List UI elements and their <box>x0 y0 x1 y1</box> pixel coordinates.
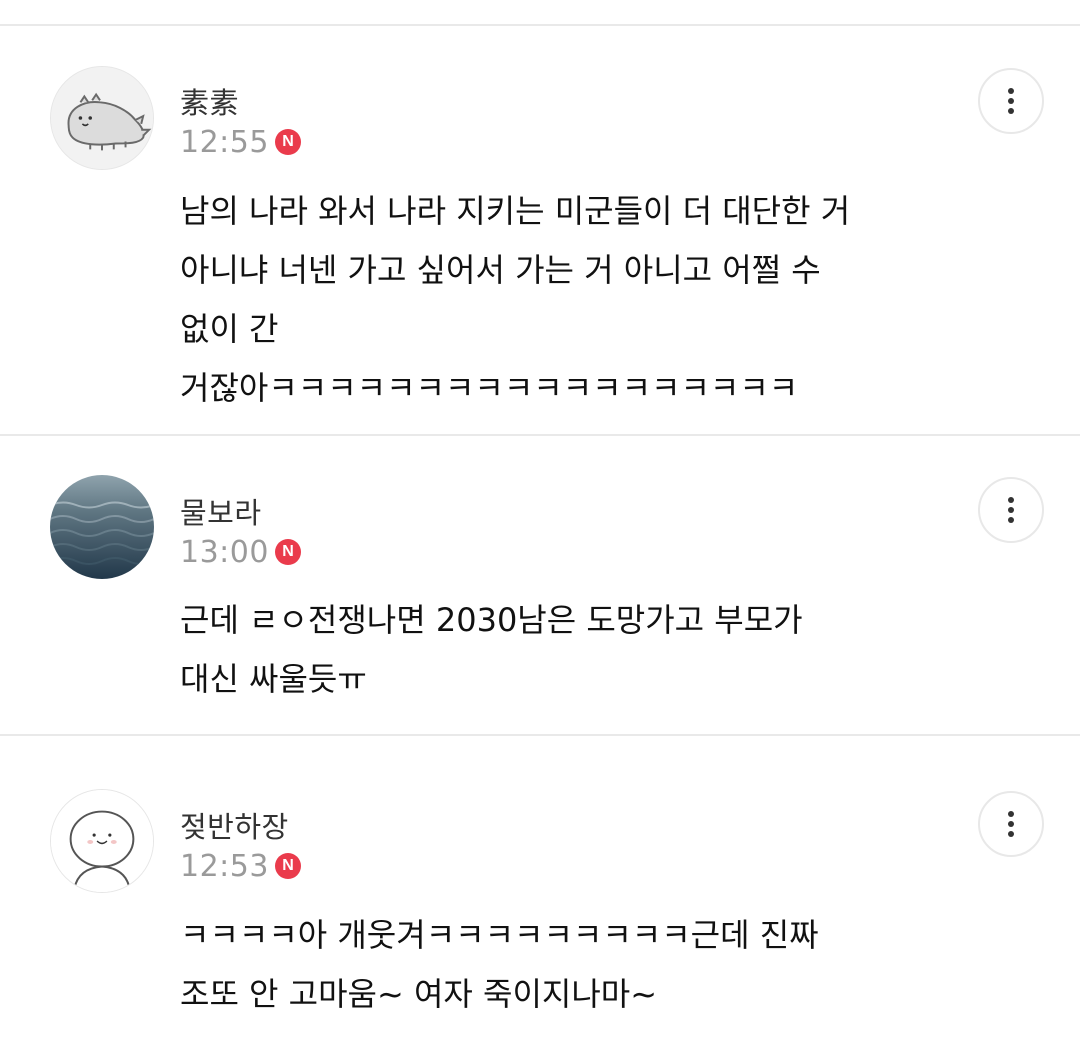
comment-author[interactable]: 素素 <box>180 80 239 122</box>
comment-body-line: 근데 ㄹㅇ전쟁나면 2030남은 도망가고 부모가 <box>180 601 803 639</box>
more-vertical-icon <box>1008 88 1014 114</box>
comment-body-line: 거잖아ㅋㅋㅋㅋㅋㅋㅋㅋㅋㅋㅋㅋㅋㅋㅋㅋㅋㅋ <box>180 369 799 407</box>
comment-author[interactable]: 젖반하장 <box>180 804 289 846</box>
avatar[interactable] <box>50 475 154 579</box>
comment-time: 13:00 <box>180 534 269 570</box>
new-badge: N <box>274 129 301 155</box>
comment-time: 12:55 <box>180 124 269 160</box>
comment-body-line: ㅋㅋㅋㅋ아 개웃겨ㅋㅋㅋㅋㅋㅋㅋㅋㅋ근데 진짜 <box>180 916 819 954</box>
cute-character-icon <box>51 790 153 892</box>
comment-body: 남의 나라 와서 나라 지키는 미군들이 더 대단한 거 아니냐 너넨 가고 싶… <box>180 182 1040 418</box>
comment-meta: 13:00 N <box>180 532 301 572</box>
top-divider <box>0 24 1080 26</box>
comment-body: ㅋㅋㅋㅋ아 개웃겨ㅋㅋㅋㅋㅋㅋㅋㅋㅋ근데 진짜 조또 안 고마움~ 여자 죽이지… <box>180 906 1040 1024</box>
comment-author[interactable]: 물보라 <box>180 490 262 532</box>
water-photo-icon <box>50 475 154 579</box>
comment-divider <box>0 734 1080 736</box>
comment-body-line: 남의 나라 와서 나라 지키는 미군들이 더 대단한 거 <box>180 192 851 230</box>
more-vertical-icon <box>1008 811 1014 837</box>
comment-body-line: 아니냐 너넨 가고 싶어서 가는 거 아니고 어쩔 수 <box>180 251 821 289</box>
comment-body: 근데 ㄹㅇ전쟁나면 2030남은 도망가고 부모가 대신 싸울듯ㅠ <box>180 591 1040 709</box>
new-badge: N <box>274 853 301 879</box>
dinosaur-character-icon <box>51 67 153 169</box>
more-options-button[interactable] <box>978 68 1044 134</box>
more-options-button[interactable] <box>978 477 1044 543</box>
more-vertical-icon <box>1008 497 1014 523</box>
comment-body-line: 없이 간 <box>180 310 279 348</box>
new-badge: N <box>274 539 301 565</box>
comment-body-line: 대신 싸울듯ㅠ <box>180 660 367 698</box>
comment-meta: 12:55 N <box>180 122 301 162</box>
avatar[interactable] <box>50 789 154 893</box>
comment-body-line: 조또 안 고마움~ 여자 죽이지나마~ <box>180 975 658 1013</box>
more-options-button[interactable] <box>978 791 1044 857</box>
avatar[interactable] <box>50 66 154 170</box>
comment-time: 12:53 <box>180 848 269 884</box>
comment-meta: 12:53 N <box>180 846 301 886</box>
comment-divider <box>0 434 1080 436</box>
